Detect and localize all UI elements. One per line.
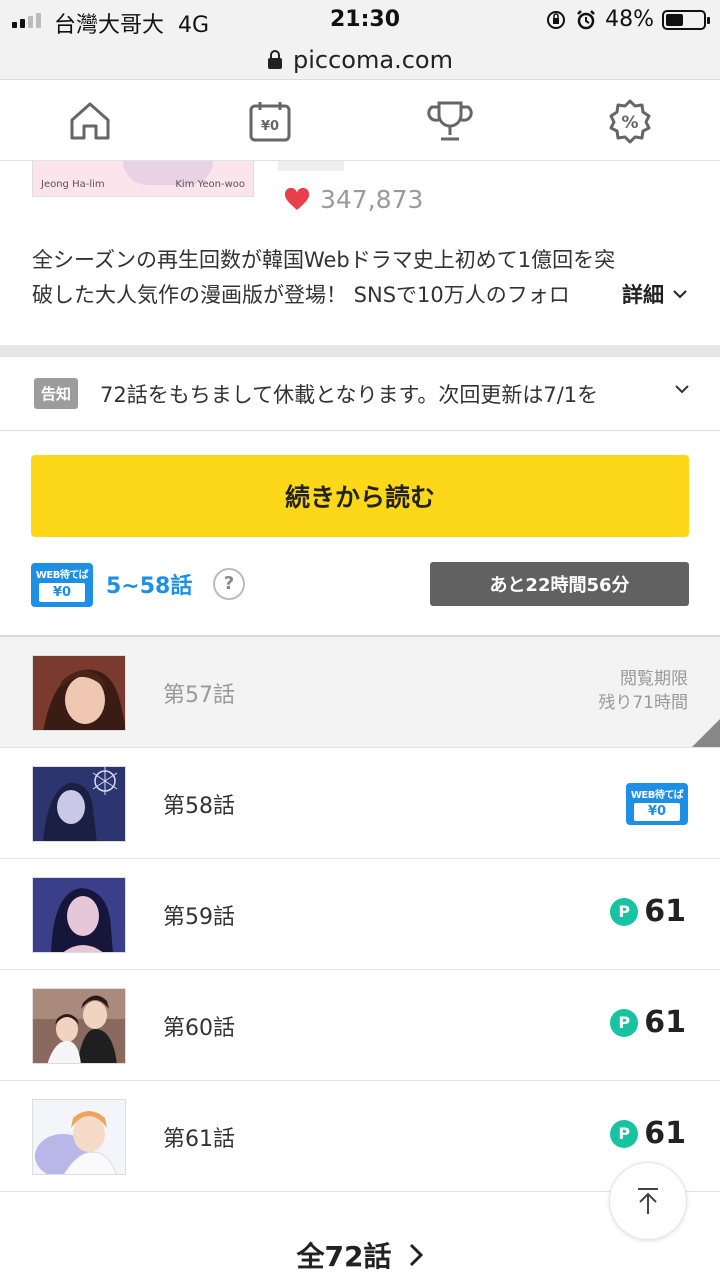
wait-timer-button[interactable]: あと22時間56分 — [430, 562, 689, 606]
address-bar[interactable]: piccoma.com — [0, 40, 720, 80]
episode-thumbnail — [32, 655, 126, 731]
episode-price: P 61 — [610, 894, 686, 929]
signal-strength-icon — [12, 12, 41, 28]
price-value: 61 — [644, 894, 686, 929]
status-time: 21:30 — [330, 7, 401, 32]
status-bar: 台灣大哥大 4G 21:30 48% — [0, 0, 720, 40]
cover-author-right: Kim Yeon-woo — [175, 179, 245, 190]
chevron-down-icon — [673, 290, 687, 299]
calendar-yen-icon: ¥0 — [249, 101, 291, 141]
all-episodes-link[interactable]: 全72話 — [0, 1235, 720, 1275]
calendar-yen-text: ¥0 — [261, 119, 279, 134]
wait-free-badge-top: WEB待てば — [35, 570, 89, 581]
point-coin-icon: P — [610, 1119, 639, 1148]
rental-limit-label: 閲覧期限 — [620, 669, 688, 689]
price-value: 61 — [644, 1005, 686, 1040]
wait-free-row: WEB待てば ¥0 5~58話 ? あと22時間56分 — [31, 562, 689, 607]
episode-thumbnail — [32, 766, 126, 842]
section-divider — [0, 345, 720, 357]
episode-title: 第57話 — [163, 683, 235, 708]
percent-text: % — [621, 113, 638, 133]
top-navigation: ¥0 % — [0, 81, 720, 161]
help-icon[interactable]: ? — [213, 568, 245, 600]
lock-icon — [268, 49, 283, 69]
orientation-lock-icon — [547, 10, 566, 29]
battery-icon — [662, 9, 710, 30]
description-line: 破した大人気作の漫画版が登場！ SNSで10万人のフォロ — [32, 283, 570, 307]
episode-title: 第58話 — [163, 794, 235, 819]
chevron-down-icon — [675, 385, 689, 394]
url-text: piccoma.com — [293, 45, 453, 74]
all-episodes-label: 全72話 — [296, 1240, 392, 1273]
carrier-label: 台灣大哥大 4G — [54, 13, 210, 38]
wait-free-badge: WEB待てば ¥0 — [31, 563, 93, 607]
episode-thumbnail — [32, 1099, 126, 1175]
nav-free-calendar-button[interactable]: ¥0 — [230, 81, 310, 161]
rental-limit-remaining: 残り71時間 — [598, 693, 688, 713]
alarm-icon — [577, 9, 595, 29]
genre-label — [278, 161, 344, 171]
likes-count: 347,873 — [284, 185, 423, 214]
episode-price: P 61 — [610, 1005, 686, 1040]
continue-reading-button[interactable]: 続きから読む — [31, 455, 689, 537]
read-corner-mark — [692, 719, 720, 747]
episode-title: 第59話 — [163, 905, 235, 930]
episode-price: P 61 — [610, 1116, 686, 1151]
episode-row[interactable]: 第59話 P 61 — [0, 859, 720, 970]
point-coin-icon: P — [610, 897, 639, 926]
point-coin-icon: P — [610, 1008, 639, 1037]
nav-home-button[interactable] — [50, 81, 130, 161]
episode-title: 第61話 — [163, 1127, 235, 1152]
likes-value: 347,873 — [320, 185, 424, 214]
wait-free-badge-top: WEB待てば — [630, 790, 684, 801]
price-value: 61 — [644, 1116, 686, 1151]
episode-row[interactable]: 第61話 P 61 — [0, 1081, 720, 1192]
episode-row[interactable]: 第57話 閲覧期限 残り71時間 — [0, 637, 720, 748]
description-line: 全シーズンの再生回数が韓国Webドラマ史上初めて1億回を突 — [32, 248, 616, 272]
episode-thumbnail — [32, 988, 126, 1064]
percent-badge-icon: % — [609, 99, 651, 143]
wait-free-range: 5~58話 — [106, 574, 193, 599]
trophy-icon — [427, 101, 473, 140]
chevron-right-icon — [410, 1243, 424, 1267]
nav-ranking-button[interactable] — [410, 81, 490, 161]
cover-image: Jeong Ha-lim Kim Yeon-woo — [32, 161, 254, 197]
wait-free-badge: WEB待てば ¥0 — [626, 783, 688, 825]
wait-free-badge-price: ¥0 — [39, 583, 85, 602]
work-description: 全シーズンの再生回数が韓国Webドラマ史上初めて1億回を突 破した大人気作の漫画… — [32, 243, 692, 313]
nav-sale-button[interactable]: % — [590, 81, 670, 161]
episode-list: 第57話 閲覧期限 残り71時間 第58話 WEB待てば ¥0 第59話 P 6… — [0, 637, 720, 1192]
battery-percent: 48% — [605, 7, 654, 32]
detail-label: 詳細 — [622, 283, 664, 307]
detail-toggle[interactable]: 詳細 — [618, 279, 688, 309]
arrow-up-icon — [638, 1188, 658, 1214]
house-icon — [70, 102, 110, 139]
heart-icon — [284, 187, 310, 210]
episode-thumbnail — [32, 877, 126, 953]
cover-author-left: Jeong Ha-lim — [41, 179, 105, 190]
rental-limit: 閲覧期限 残り71時間 — [598, 667, 688, 715]
episode-row[interactable]: 第60話 P 61 — [0, 970, 720, 1081]
notice-bar[interactable]: 告知 72話をもちまして休載となります。次回更新は7/1を — [0, 357, 720, 431]
notice-badge: 告知 — [34, 378, 79, 409]
scroll-to-top-button[interactable] — [609, 1162, 687, 1240]
wait-free-badge-price: ¥0 — [634, 803, 680, 821]
episode-row[interactable]: 第58話 WEB待てば ¥0 — [0, 748, 720, 859]
episode-title: 第60話 — [163, 1016, 235, 1041]
notice-text: 72話をもちまして休載となります。次回更新は7/1を — [100, 382, 599, 407]
